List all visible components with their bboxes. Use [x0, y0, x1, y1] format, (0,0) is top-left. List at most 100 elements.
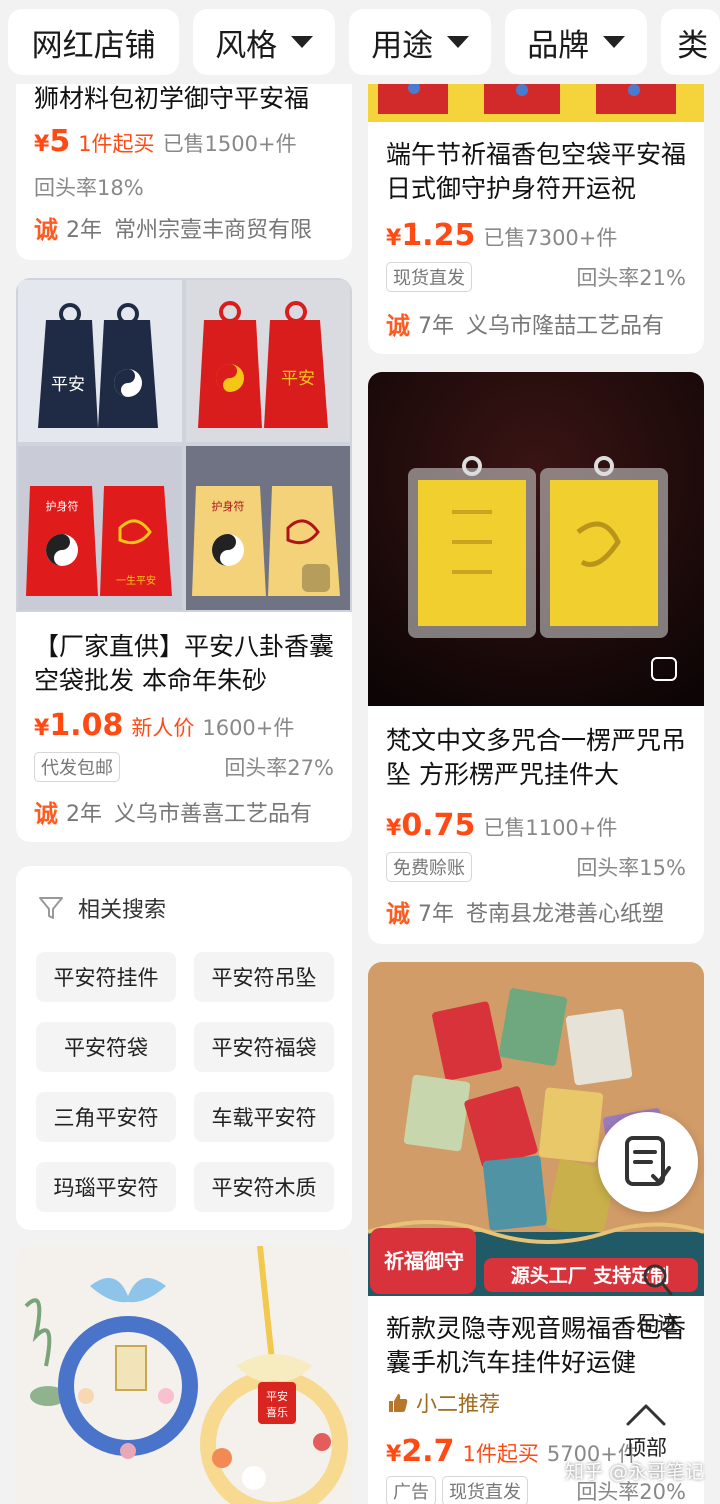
price: ¥5	[34, 124, 71, 159]
filter-chip-brand[interactable]: 品牌	[505, 9, 648, 75]
image-label: 平安	[51, 375, 85, 395]
image-label: 护身符	[46, 499, 79, 513]
price: ¥1.08	[34, 708, 124, 743]
filter-chip-label: 网红店铺	[31, 27, 156, 64]
related-search-item[interactable]: 三角平安符	[36, 1092, 176, 1142]
repurchase-rate: 回头率27%	[224, 756, 334, 780]
related-search-item[interactable]: 平安符袋	[36, 1022, 176, 1072]
product-card[interactable]: 端午节祈福香包空袋平安福日式御守护身符开运祝 ¥1.25 已售7300+件 现货…	[368, 70, 704, 354]
shop-years: 7年	[418, 901, 454, 927]
related-search-grid: 平安符挂件 平安符吊坠 平安符袋 平安符福袋 三角平安符 车载平安符 玛瑙平安符…	[36, 952, 336, 1212]
shop-years: 2年	[66, 217, 102, 243]
cheng-badge-icon: 诚	[34, 216, 58, 244]
related-search-item[interactable]: 玛瑙平安符	[36, 1162, 176, 1212]
sold-count: 已售7300+件	[483, 226, 618, 250]
shop-name: 义乌市善喜工艺品有	[114, 801, 313, 827]
price-tag: 新人价	[131, 716, 195, 740]
filter-chip-label: 用途	[371, 27, 434, 64]
caret-down-icon	[291, 36, 314, 48]
image-label: 喜乐	[266, 1406, 288, 1419]
filter-chip-style[interactable]: 风格	[193, 9, 336, 75]
related-searches-header: 相关搜索	[38, 892, 166, 924]
price: ¥1.25	[386, 218, 476, 253]
price-row: ¥1.08 新人价 1600+件	[16, 708, 312, 743]
caret-down-icon	[603, 36, 626, 48]
shop-row[interactable]: 诚 7年 苍南县龙港善心纸塑	[368, 894, 682, 929]
shop-name: 苍南县龙港善心纸塑	[466, 901, 665, 927]
service-tag: 现货直发	[442, 1476, 528, 1504]
related-search-item[interactable]: 平安符吊坠	[194, 952, 334, 1002]
feedback-float-button[interactable]	[598, 1112, 698, 1212]
price: ¥2.7	[386, 1434, 455, 1469]
filter-chip-label: 类	[677, 27, 709, 64]
footprint-button[interactable]: 足迹	[612, 1260, 702, 1338]
filter-chip-usage[interactable]: 用途	[349, 9, 492, 75]
service-tag: 免费赊账	[386, 852, 472, 882]
shop-years: 7年	[418, 313, 454, 339]
product-title: 狮材料包初学御守平安福	[34, 84, 310, 113]
footprint-icon	[643, 1264, 673, 1296]
chevron-up-icon	[626, 1404, 666, 1426]
repurchase-rate: 回头率18%	[34, 176, 144, 200]
cheng-badge-icon: 诚	[386, 312, 410, 340]
ad-tag: 广告	[386, 1476, 436, 1504]
related-search-item[interactable]: 车载平安符	[194, 1092, 334, 1142]
price-row: ¥0.75 已售1100+件	[368, 808, 635, 843]
related-search-item[interactable]: 平安符福袋	[194, 1022, 334, 1072]
meta-row: 回头率18%	[16, 172, 162, 202]
footprint-label: 足迹	[636, 1312, 678, 1336]
service-tag: 现货直发	[386, 262, 472, 292]
product-card[interactable]: 平安 喜乐	[16, 1246, 352, 1504]
related-search-item[interactable]: 平安符木质	[194, 1162, 334, 1212]
gold-pendant-image	[368, 372, 704, 706]
related-search-item[interactable]: 平安符挂件	[36, 952, 176, 1002]
shop-name: 义乌市隆喆工艺品有	[466, 313, 665, 339]
price: ¥0.75	[386, 808, 476, 843]
recommend-row: 小二推荐	[386, 1388, 500, 1418]
filter-chip-label: 风格	[215, 27, 278, 64]
charm-keychain-image: 平安 喜乐	[16, 1246, 352, 1504]
sold-count: 已售1100+件	[483, 816, 618, 840]
sold-count: 1600+件	[202, 716, 295, 740]
product-title: 【厂家直供】平安八卦香囊空袋批发 本命年朱砂	[34, 632, 335, 695]
recommend-label: 小二推荐	[416, 1392, 500, 1416]
thumbs-up-icon	[389, 1394, 408, 1412]
image-label: 一生平安	[116, 574, 156, 587]
meta-row: 免费赊账 回头率15%	[368, 852, 704, 882]
product-feed-page: 网红店铺 风格 用途 品牌 类 狮材料包初学御守平安福 ¥5 1件起买 已售15…	[0, 0, 720, 1504]
filter-chip-category[interactable]: 类	[661, 9, 720, 75]
cheng-badge-icon: 诚	[386, 900, 410, 928]
service-tags: 广告 现货直发	[386, 1476, 528, 1504]
filter-chip-wanghong[interactable]: 网红店铺	[8, 9, 180, 75]
shop-years: 2年	[66, 801, 102, 827]
product-image[interactable]	[368, 372, 704, 706]
image-label: 平安	[266, 1389, 288, 1403]
price-tag: 1件起买	[462, 1442, 539, 1466]
service-tag: 代发包邮	[34, 752, 120, 782]
back-to-top-button[interactable]: 顶部	[606, 1402, 686, 1462]
filter-bar: 网红店铺 风格 用途 品牌 类	[0, 0, 720, 84]
banner-left-text: 祈福御守	[384, 1249, 464, 1273]
filter-chip-label: 品牌	[527, 27, 590, 64]
edit-note-icon	[625, 1136, 671, 1186]
price-tag: 1件起买	[78, 132, 155, 156]
product-card[interactable]: 平安 平安 护身符 一生平安 护身符 【厂家直供】平安八卦香囊空袋批发 本命年朱…	[16, 278, 352, 842]
shop-name: 常州宗壹丰商贸有限	[114, 217, 313, 243]
product-card[interactable]: 梵文中文多咒合一楞严咒吊坠 方形楞严咒挂件大 ¥0.75 已售1100+件 免费…	[368, 372, 704, 944]
shop-row[interactable]: 诚 7年 义乌市隆喆工艺品有	[368, 306, 682, 341]
shop-row[interactable]: 诚 2年 义乌市善喜工艺品有	[16, 794, 330, 829]
meta-row: 代发包邮 回头率27%	[16, 752, 352, 782]
shop-row[interactable]: 诚 2年 常州宗壹丰商贸有限	[16, 210, 330, 245]
price-row: ¥5 1件起买 已售1500+件	[16, 124, 315, 159]
image-label: 平安	[281, 369, 315, 389]
product-image[interactable]: 平安 喜乐	[16, 1246, 352, 1504]
price-row: ¥1.25 已售7300+件	[368, 218, 635, 253]
meta-row: 现货直发 回头率21%	[368, 262, 704, 292]
related-searches: 相关搜索 平安符挂件 平安符吊坠 平安符袋 平安符福袋 三角平安符 车载平安符 …	[16, 866, 352, 1230]
product-title: 端午节祈福香包空袋平安福日式御守护身符开运祝	[386, 140, 687, 203]
caret-down-icon	[447, 36, 470, 48]
sold-count: 已售1500+件	[162, 132, 297, 156]
product-title: 梵文中文多咒合一楞严咒吊坠 方形楞严咒挂件大	[386, 726, 687, 789]
product-image[interactable]: 平安 平安 护身符 一生平安 护身符	[16, 278, 352, 612]
filter-funnel-icon	[39, 897, 63, 919]
